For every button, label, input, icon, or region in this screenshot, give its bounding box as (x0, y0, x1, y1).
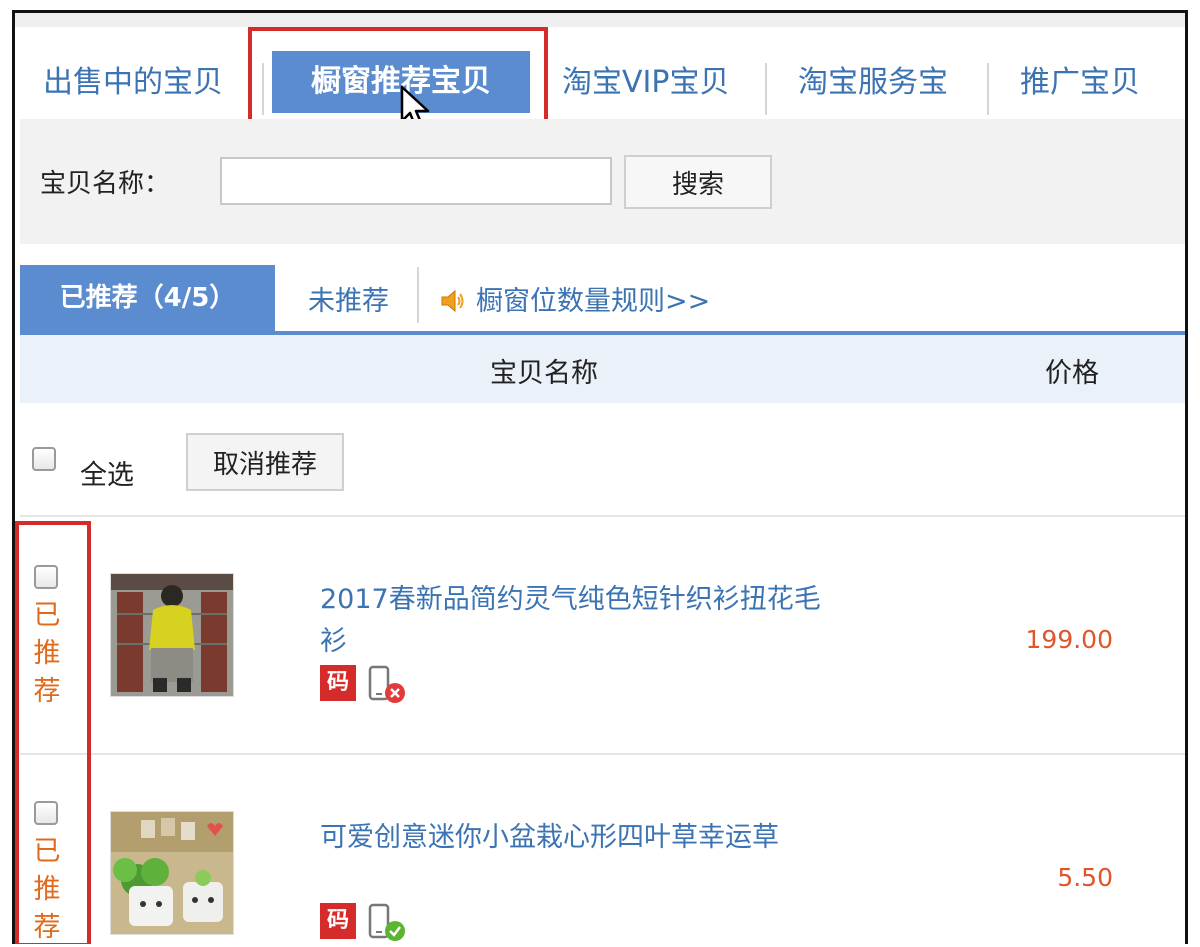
tab-vip-items[interactable]: 淘宝VIP宝贝 (562, 53, 729, 113)
qr-code-badge: 码 (320, 903, 356, 939)
mobile-available-icon (368, 903, 405, 941)
sub-tab-divider (417, 267, 419, 323)
item-title-link[interactable]: 2017春新品简约灵气纯色短针织衫扭花毛衫 (320, 579, 840, 663)
main-tabs: 出售中的宝贝 橱窗推荐宝贝 淘宝VIP宝贝 淘宝服务宝 推广宝贝 (15, 27, 1185, 133)
search-button[interactable]: 搜索 (624, 155, 772, 209)
showcase-rules-label: 橱窗位数量规则>> (476, 286, 711, 317)
column-header-name: 宝贝名称 (490, 358, 598, 389)
tab-service-items[interactable]: 淘宝服务宝 (798, 53, 948, 113)
table-header: 宝贝名称 价格 (20, 335, 1185, 403)
item-thumbnail[interactable] (110, 811, 234, 935)
speaker-icon (441, 289, 464, 313)
showcase-rules-link[interactable]: 橱窗位数量规则>> (440, 279, 710, 318)
highlight-box-status-column (15, 521, 91, 944)
tab-not-recommended[interactable]: 未推荐 (308, 279, 389, 318)
item-price: 199.00 (1025, 625, 1113, 654)
item-thumbnail[interactable] (110, 573, 234, 697)
top-strip (15, 13, 1185, 27)
table-row: 已推荐 2017春新品简约灵气纯色短针织衫扭花毛衫 码 199.00 (20, 517, 1185, 755)
search-label: 宝贝名称： (40, 169, 171, 199)
item-price: 5.50 (1057, 863, 1113, 892)
search-panel: 宝贝名称： 搜索 (20, 119, 1185, 244)
qr-code-badge: 码 (320, 665, 356, 701)
select-all-checkbox[interactable] (32, 447, 56, 471)
table-row: 已推荐 可爱创意迷你小盆栽心形四叶草幸运草 码 5.50 (20, 755, 1185, 944)
tab-recommended[interactable]: 已推荐（4/5） (20, 265, 275, 331)
select-all-label: 全选 (80, 460, 134, 491)
bulk-actions-row: 全选 取消推荐 (20, 403, 1185, 517)
seller-window: 出售中的宝贝 橱窗推荐宝贝 淘宝VIP宝贝 淘宝服务宝 推广宝贝 宝贝名称： 搜… (12, 10, 1188, 944)
tab-divider (765, 63, 767, 115)
sub-tabs: 已推荐（4/5） 未推荐 橱窗位数量规则>> (20, 259, 1185, 335)
cancel-recommend-button[interactable]: 取消推荐 (186, 433, 344, 491)
tab-divider (987, 63, 989, 115)
item-title-link[interactable]: 可爱创意迷你小盆栽心形四叶草幸运草 (320, 817, 840, 859)
mobile-unavailable-icon (368, 665, 405, 703)
item-name-search-input[interactable] (220, 157, 612, 205)
tab-on-sale-items[interactable]: 出售中的宝贝 (43, 53, 223, 113)
tab-promoted-items[interactable]: 推广宝贝 (1020, 53, 1140, 113)
column-header-price: 价格 (1045, 358, 1099, 389)
